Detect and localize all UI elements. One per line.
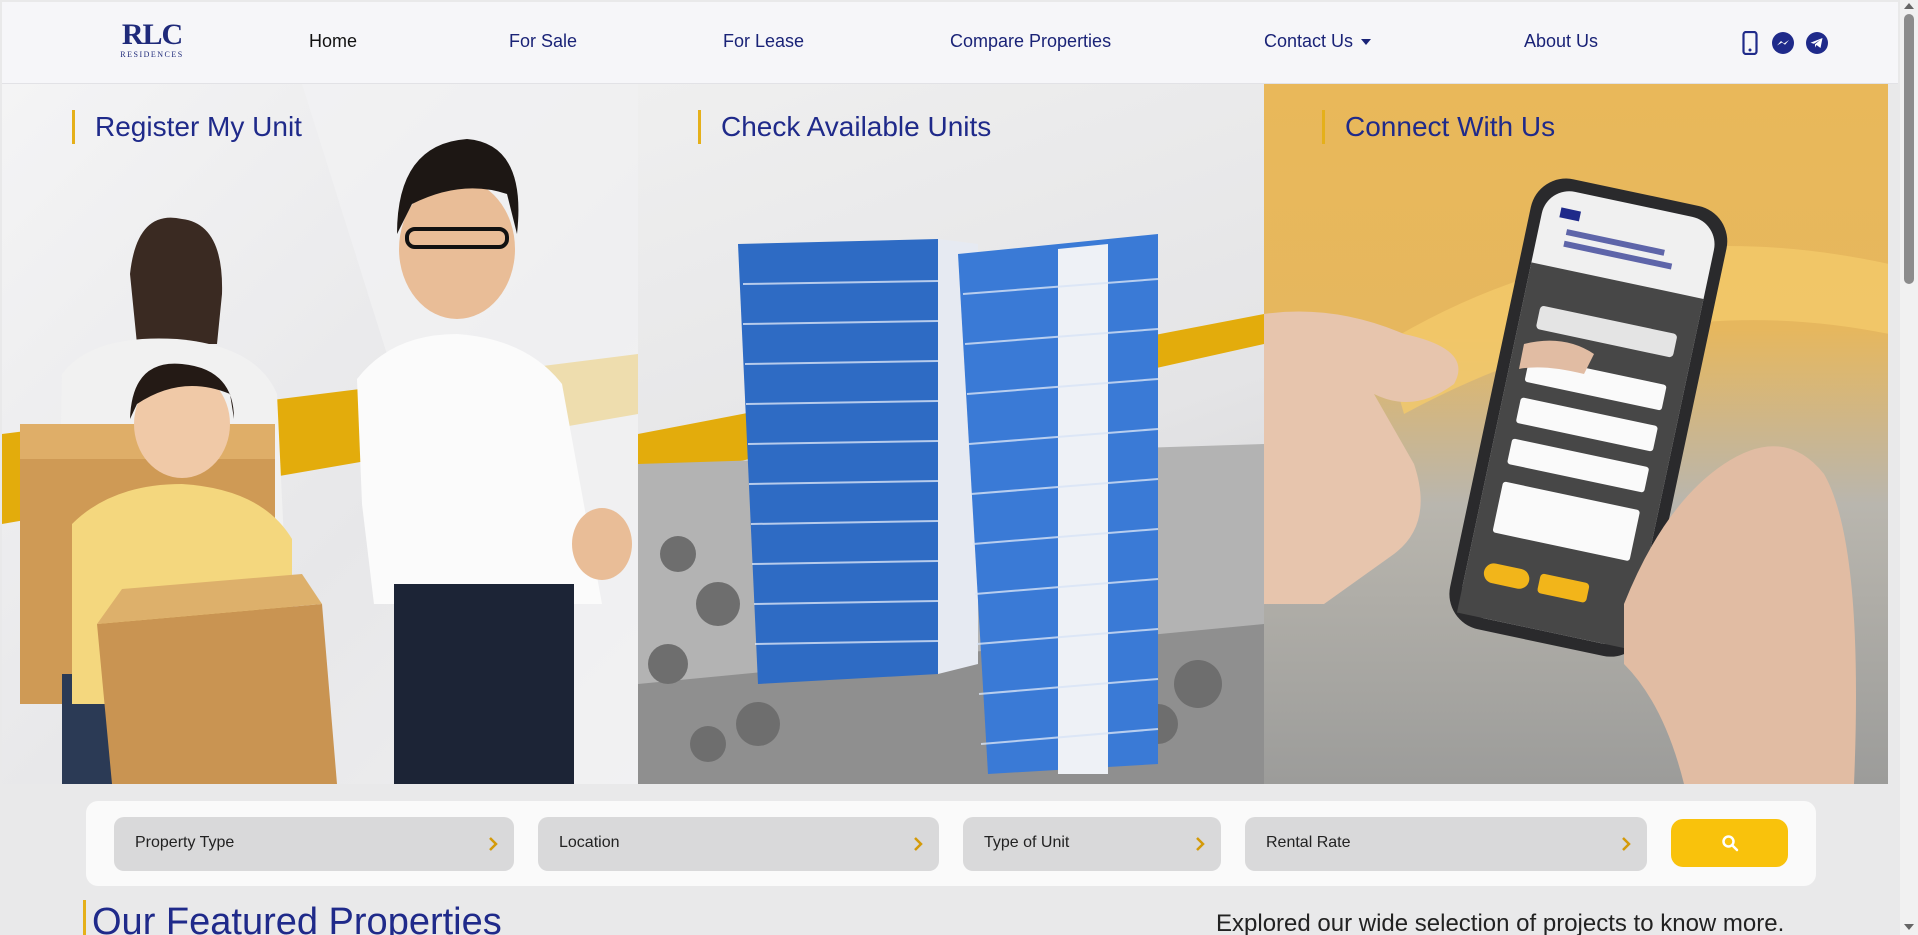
logo-subtitle: RESIDENCES: [120, 50, 184, 59]
chevron-right-icon: [1622, 837, 1631, 851]
filter-label: Property Type: [135, 834, 235, 851]
panel-title-available: Check Available Units: [698, 110, 991, 144]
filter-location[interactable]: Location: [538, 817, 939, 871]
page-scrollbar[interactable]: [1900, 0, 1918, 935]
chevron-right-icon: [489, 837, 498, 851]
logo-mark: RLC: [121, 18, 183, 51]
filter-label: Rental Rate: [1266, 834, 1351, 851]
telegram-icon[interactable]: [1805, 30, 1829, 56]
messenger-icon[interactable]: [1771, 30, 1795, 56]
filter-label: Type of Unit: [984, 834, 1070, 851]
rlc-logo[interactable]: RLC RESIDENCES: [117, 20, 187, 66]
nav-for-sale[interactable]: For Sale: [509, 31, 577, 52]
nav-about-us[interactable]: About Us: [1524, 31, 1598, 52]
property-search-bar: Property Type Location Type of Unit Rent…: [86, 801, 1816, 886]
condo-towers-photo: [638, 234, 1264, 784]
nav-compare-properties[interactable]: Compare Properties: [950, 31, 1111, 52]
register-unit-panel[interactable]: Register My Unit: [2, 84, 638, 784]
filter-rental-rate[interactable]: Rental Rate: [1245, 817, 1647, 871]
family-moving-photo: [2, 84, 638, 784]
nav-contact-label: Contact Us: [1264, 31, 1354, 51]
scrollbar-thumb[interactable]: [1904, 14, 1914, 284]
scroll-up-arrow-icon[interactable]: [1904, 3, 1914, 9]
search-icon: [1721, 835, 1738, 852]
chevron-right-icon: [914, 837, 923, 851]
connect-panel[interactable]: Connect With Us: [1264, 84, 1888, 784]
scroll-down-arrow-icon[interactable]: [1904, 924, 1914, 930]
panel-title-register: Register My Unit: [72, 110, 302, 144]
hero-panels: Register My Unit Check Available Units C…: [2, 84, 1888, 784]
chevron-right-icon: [1196, 837, 1205, 851]
nav-for-lease[interactable]: For Lease: [723, 31, 804, 52]
featured-properties-subtitle: Explored our wide selection of projects …: [1216, 910, 1785, 935]
phone-in-hand-photo: [1264, 178, 1888, 784]
search-button[interactable]: [1671, 819, 1788, 867]
featured-properties-title: Our Featured Properties: [83, 900, 502, 935]
top-navbar: RLC RESIDENCES Home For Sale For Lease C…: [2, 2, 1898, 84]
mobile-phone-icon[interactable]: [1738, 30, 1762, 56]
filter-label: Location: [559, 834, 620, 851]
filter-property-type[interactable]: Property Type: [114, 817, 514, 871]
filter-unit-type[interactable]: Type of Unit: [963, 817, 1221, 871]
available-units-panel[interactable]: Check Available Units: [638, 84, 1264, 784]
nav-home[interactable]: Home: [309, 31, 357, 52]
chevron-down-icon: [1361, 39, 1372, 46]
panel-title-connect: Connect With Us: [1322, 110, 1555, 144]
nav-contact-us[interactable]: Contact Us: [1264, 31, 1372, 52]
